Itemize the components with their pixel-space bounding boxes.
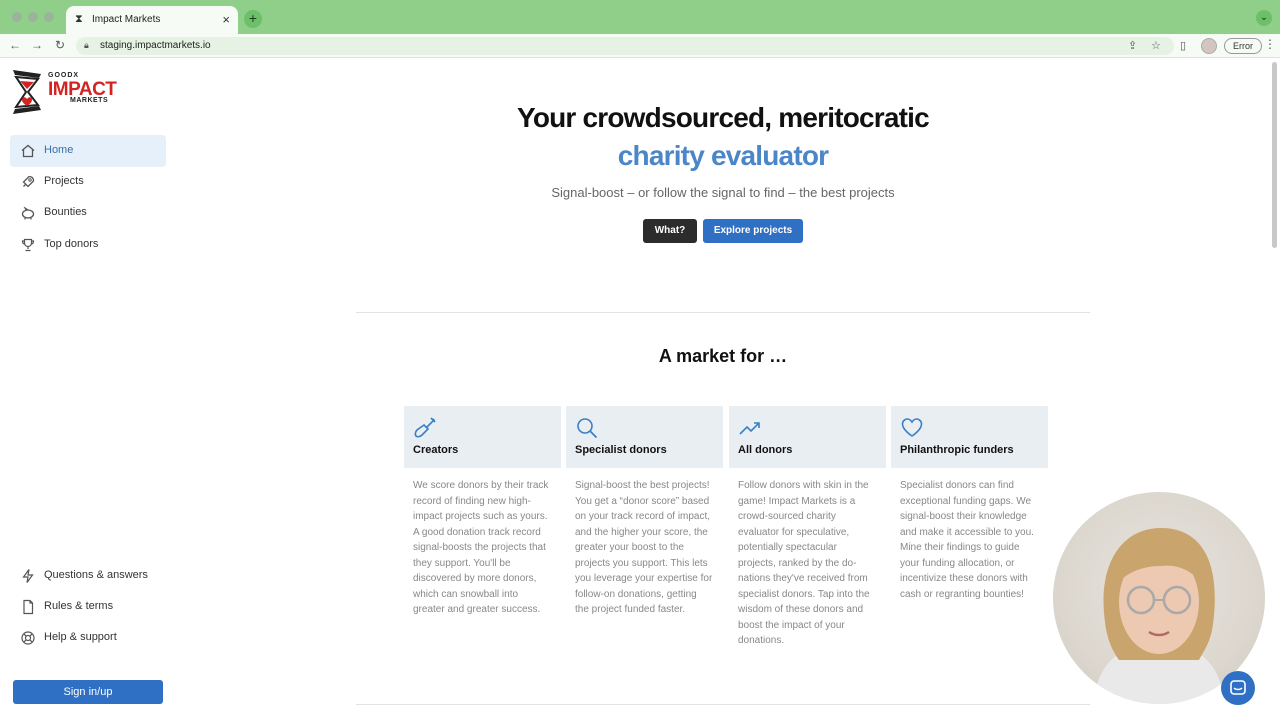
sidebar-item-questions[interactable]: Questions & answers — [10, 560, 166, 592]
sidebar-item-label: Bounties — [44, 206, 87, 218]
tab-search-chevron-icon[interactable]: ⌄ — [1256, 10, 1272, 26]
card-all-donors: All donors — [729, 406, 886, 468]
sidebar-item-home[interactable]: Home — [10, 135, 166, 167]
document-icon — [23, 599, 34, 615]
chat-support-button[interactable] — [1221, 671, 1255, 705]
url-field[interactable]: 🔒︎ staging.impactmarkets.io ⇪ ☆ — [76, 37, 1174, 55]
trending-up-icon — [739, 422, 760, 435]
side-panel-icon[interactable]: ▯ — [1180, 39, 1186, 52]
sidebar-item-label: Top donors — [44, 238, 99, 250]
lightning-icon — [22, 569, 34, 583]
rocket-icon — [22, 175, 35, 188]
card-creators: Creators — [404, 406, 561, 468]
shovel-icon — [414, 417, 436, 438]
lock-icon: 🔒︎ — [84, 40, 89, 50]
browser-tab[interactable]: ⧗ Impact Markets × — [66, 6, 238, 34]
impact-markets-logo[interactable]: GOODX IMPACT MARKETS — [10, 68, 130, 118]
sidebar-item-label: Questions & answers — [44, 569, 148, 581]
forward-arrow-icon[interactable]: → — [31, 38, 43, 52]
reload-icon[interactable]: ↻ — [55, 38, 65, 52]
card-description: Follow donors with skin in the game! Imp… — [738, 480, 870, 646]
hero-subtitle: Signal-boost – or follow the signal to f… — [551, 185, 895, 200]
window-zoom-dot[interactable] — [44, 12, 54, 22]
sidebar-item-label: Help & support — [44, 631, 117, 643]
sidebar-item-label: Projects — [44, 175, 84, 187]
tab-title: Impact Markets — [92, 14, 161, 25]
card-description: We score donors by their track record of… — [413, 480, 549, 615]
card-title: Creators — [413, 444, 459, 456]
trophy-icon — [21, 238, 35, 252]
bookmark-star-icon[interactable]: ☆ — [1151, 39, 1161, 52]
home-icon — [21, 144, 35, 158]
sidebar-item-projects[interactable]: Projects — [10, 166, 166, 198]
sidebar-item-rules[interactable]: Rules & terms — [10, 591, 166, 623]
hourglass-logo-icon — [13, 70, 41, 114]
browser-menu-icon[interactable]: ⋮ — [1264, 37, 1276, 51]
hero-title-accent: charity evaluator — [617, 140, 829, 171]
tab-close-icon[interactable]: × — [222, 12, 230, 27]
chat-icon — [1230, 680, 1246, 695]
error-button[interactable]: Error — [1224, 38, 1262, 54]
browser-tab-bar: ⧗ Impact Markets × + ⌄ — [0, 0, 1280, 34]
lifebuoy-icon — [21, 631, 35, 645]
hourglass-favicon-icon: ⧗ — [75, 13, 83, 25]
window-close-dot[interactable] — [12, 12, 22, 22]
new-tab-button[interactable]: + — [244, 10, 262, 28]
address-bar-row: ← → ↻ 🔒︎ staging.impactmarkets.io ⇪ ☆ ▯ … — [0, 34, 1280, 58]
card-philanthropic-funders: Philanthropic funders — [891, 406, 1048, 468]
sidebar-item-top-donors[interactable]: Top donors — [10, 229, 166, 261]
logo-top-text: GOODX — [48, 72, 80, 79]
sidebar-item-label: Rules & terms — [44, 600, 114, 612]
window-minimize-dot[interactable] — [28, 12, 38, 22]
heart-icon — [901, 418, 923, 437]
sidebar-item-bounties[interactable]: Bounties — [10, 197, 166, 229]
page-scrollbar[interactable] — [1272, 62, 1277, 248]
section-divider — [356, 312, 1090, 313]
market-section-title: A market for … — [658, 346, 788, 366]
back-arrow-icon[interactable]: ← — [9, 38, 21, 52]
logo-sub-text: MARKETS — [70, 97, 109, 104]
url-text: staging.impactmarkets.io — [100, 40, 211, 51]
card-title: Specialist donors — [575, 444, 667, 456]
sidebar-item-label: Home — [44, 144, 74, 156]
sign-in-button[interactable]: Sign in/up — [13, 680, 163, 704]
sidebar-item-help[interactable]: Help & support — [10, 622, 166, 654]
piggy-bank-icon — [21, 206, 35, 220]
card-description: Signal-boost the best projects! You get … — [575, 480, 713, 615]
card-specialist-donors: Specialist donors — [566, 406, 723, 468]
profile-avatar[interactable] — [1201, 38, 1217, 54]
share-icon[interactable]: ⇪ — [1128, 39, 1137, 52]
what-button[interactable]: What? — [643, 219, 697, 243]
card-description: Specialist donors can find exceptional f… — [900, 480, 1034, 600]
magnifier-icon — [577, 418, 598, 439]
section-divider-bottom — [356, 704, 1090, 705]
explore-projects-button[interactable]: Explore projects — [703, 219, 803, 243]
card-title: Philanthropic funders — [900, 444, 1014, 456]
hero-title: Your crowdsourced, meritocratic — [517, 102, 930, 133]
card-title: All donors — [738, 444, 793, 456]
